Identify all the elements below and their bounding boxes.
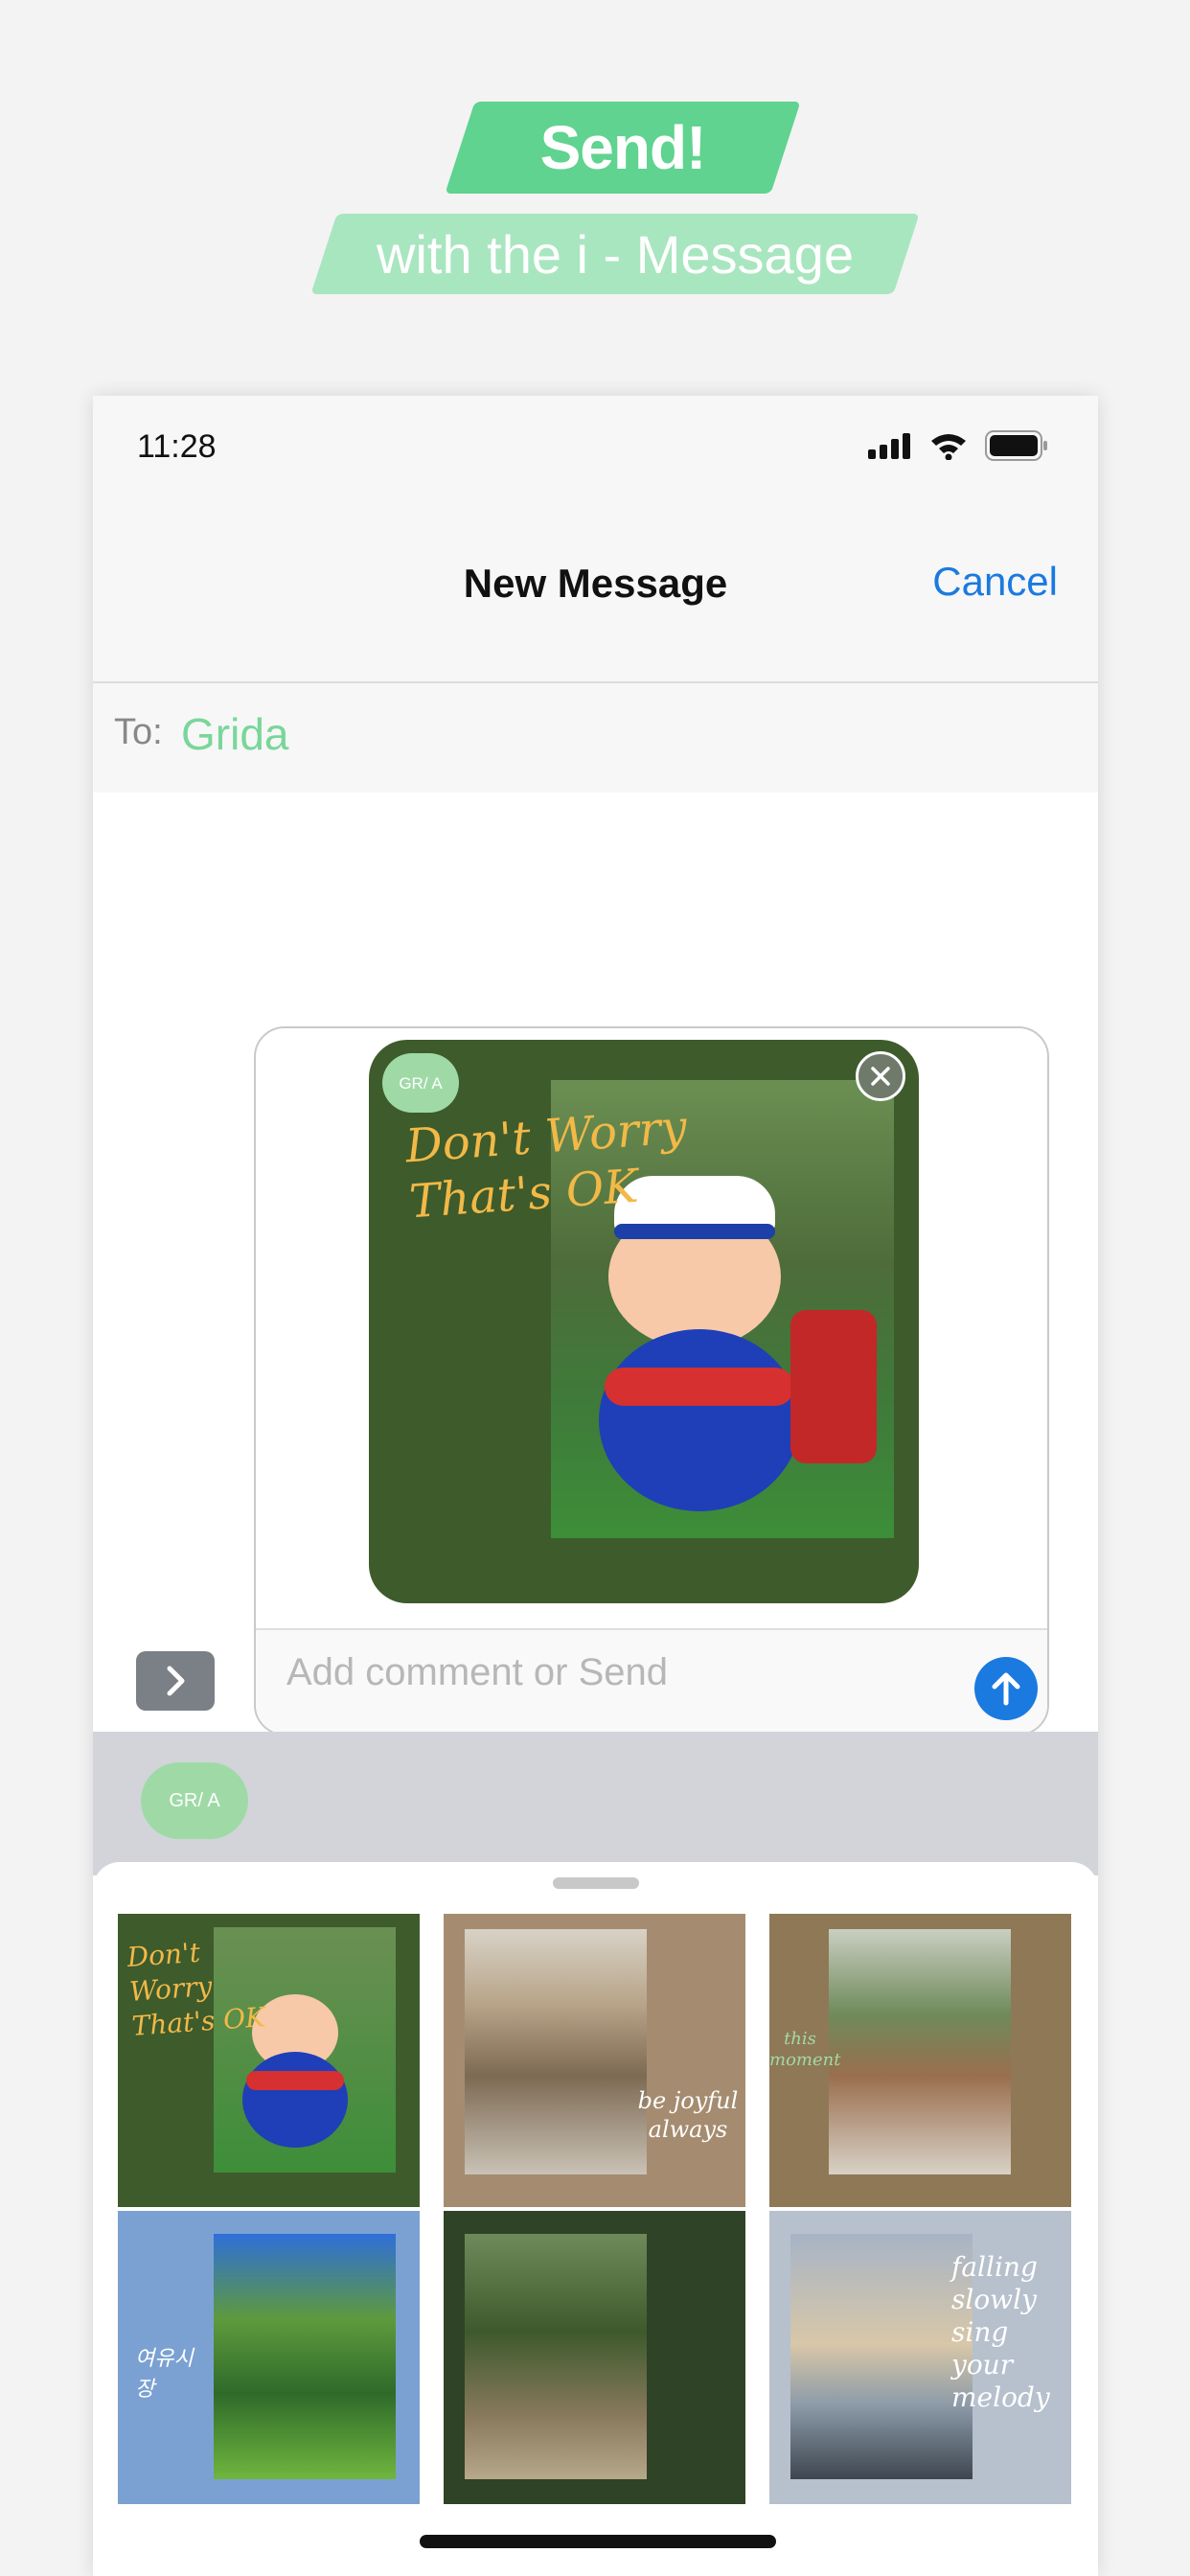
send-button[interactable] — [974, 1657, 1038, 1720]
toy-hat-band — [614, 1224, 775, 1239]
signal-icon — [868, 433, 910, 459]
expand-apps-button[interactable] — [136, 1651, 215, 1711]
status-icons — [868, 430, 1048, 461]
card-handwriting: Don't Worry That's OK — [403, 1100, 689, 1230]
comment-input[interactable]: Add comment or Send — [286, 1651, 668, 1694]
gallery-tile[interactable]: falling slowly sing your melody — [769, 2211, 1071, 2504]
gallery-tile[interactable]: Don't Worry That's OK — [118, 1914, 420, 2207]
tile-photo — [465, 2234, 647, 2479]
tile-text: Don't Worry That's OK — [126, 1936, 266, 2042]
toy-stripe — [605, 1368, 794, 1406]
home-indicator[interactable] — [420, 2535, 776, 2548]
card-logo: GR/ A — [382, 1053, 459, 1113]
toy-backpack — [790, 1310, 877, 1463]
gallery-tile[interactable] — [444, 2211, 745, 2504]
recipient-row[interactable]: To: Grida — [93, 683, 1098, 793]
phone-screen: 11:28 New Message Cancel To: Grida GR/ A… — [93, 396, 1098, 2576]
sheet-grabber[interactable] — [553, 1877, 639, 1889]
tile-text: 여유시장 — [135, 2347, 194, 2402]
nav-bar: New Message Cancel — [93, 492, 1098, 683]
comment-row: Add comment or Send — [256, 1628, 1047, 1734]
close-icon — [871, 1067, 890, 1086]
status-bar: 11:28 — [93, 396, 1098, 492]
gallery-tile[interactable]: this moment — [769, 1914, 1071, 2207]
cancel-button[interactable]: Cancel — [932, 559, 1058, 605]
wifi-icon — [931, 434, 966, 460]
headline-text: Send! — [539, 113, 707, 182]
tile-photo — [465, 1929, 647, 2174]
recipient-field[interactable]: Grida — [181, 708, 288, 760]
attached-card[interactable]: GR/ A Don't Worry That's OK — [369, 1040, 919, 1603]
toy-body — [599, 1329, 800, 1511]
message-input-bubble[interactable]: GR/ A Don't Worry That's OK Add comment … — [254, 1026, 1049, 1736]
arrow-up-icon — [992, 1672, 1020, 1706]
tile-text: be joyful always — [637, 2087, 739, 2143]
app-strip: GR/ A — [93, 1732, 1098, 1875]
tile-photo — [829, 1929, 1011, 2174]
toy-stripe — [246, 2071, 344, 2090]
subline-text: with the i - Message — [377, 223, 854, 285]
tile-text: this moment — [769, 2029, 841, 2070]
to-label: To: — [114, 712, 163, 752]
chevron-right-icon — [167, 1666, 185, 1696]
tile-text: falling slowly sing your melody — [951, 2251, 1050, 2413]
sticker-sheet: Don't Worry That's OK be joyful always t… — [93, 1862, 1098, 2576]
gallery-tile[interactable]: be joyful always — [444, 1914, 745, 2207]
status-time: 11:28 — [137, 428, 217, 465]
battery-icon — [985, 430, 1047, 461]
tile-photo — [790, 2234, 973, 2479]
tile-photo — [214, 2234, 396, 2479]
gallery-tile[interactable]: 여유시장 — [118, 2211, 420, 2504]
sticker-grid: Don't Worry That's OK be joyful always t… — [118, 1914, 1076, 2504]
remove-attachment-button[interactable] — [856, 1051, 905, 1101]
grida-app-icon[interactable]: GR/ A — [141, 1762, 248, 1839]
toy-body — [242, 2052, 348, 2148]
